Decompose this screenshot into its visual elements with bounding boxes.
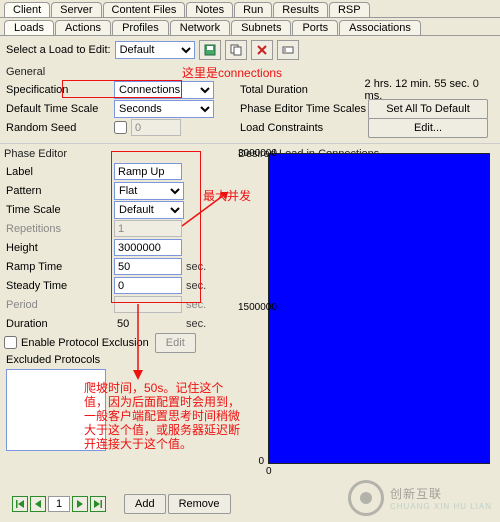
height-input[interactable]: [114, 239, 182, 256]
enable-protocol-exclusion-label: Enable Protocol Exclusion: [21, 337, 149, 349]
tab-rsp[interactable]: RSP: [329, 2, 370, 17]
save-icon[interactable]: [199, 40, 221, 60]
copy-icon[interactable]: [225, 40, 247, 60]
protocol-exclusion-edit-button[interactable]: Edit: [155, 333, 196, 353]
add-button[interactable]: Add: [124, 494, 166, 514]
y-tick-1500000: 1500000: [238, 302, 264, 313]
watermark-logo: 创新互联 CHUANG XIN HU LIAN: [348, 480, 492, 516]
period-input: [114, 296, 182, 313]
steady-time-label: Steady Time: [4, 280, 114, 292]
tab-actions[interactable]: Actions: [55, 20, 111, 35]
repetitions-input: [114, 220, 182, 237]
tab-content-files[interactable]: Content Files: [103, 2, 186, 17]
steady-time-unit: sec.: [186, 280, 206, 292]
y-tick-3000000: 3000000: [238, 148, 264, 159]
delete-icon[interactable]: [251, 40, 273, 60]
y-tick-0: 0: [238, 456, 264, 467]
tab-subnets[interactable]: Subnets: [231, 20, 291, 35]
tab-ports[interactable]: Ports: [292, 20, 338, 35]
height-label: Height: [4, 242, 114, 254]
time-scale-select[interactable]: Default: [114, 201, 184, 219]
duration-label: Duration: [4, 318, 114, 330]
pager-prev-button[interactable]: [30, 496, 46, 512]
random-seed-input[interactable]: [131, 119, 181, 136]
chart-plot-area: [268, 153, 490, 464]
remove-button[interactable]: Remove: [168, 494, 231, 514]
pager-last-button[interactable]: [90, 496, 106, 512]
tab-results[interactable]: Results: [273, 2, 328, 17]
total-duration-label: Total Duration: [238, 84, 365, 96]
tab-server[interactable]: Server: [51, 2, 101, 17]
tab-associations[interactable]: Associations: [339, 20, 421, 35]
tab-profiles[interactable]: Profiles: [112, 20, 169, 35]
tab-client[interactable]: Client: [4, 2, 50, 17]
specification-select[interactable]: Connections: [114, 81, 214, 99]
period-unit: sec.: [186, 299, 206, 311]
tab-notes[interactable]: Notes: [186, 2, 233, 17]
label-input[interactable]: [114, 163, 182, 180]
time-scale-label: Time Scale: [4, 204, 114, 216]
ramp-time-unit: sec.: [186, 261, 206, 273]
steady-time-input[interactable]: [114, 277, 182, 294]
sub-tab-bar: Loads Actions Profiles Network Subnets P…: [0, 18, 500, 36]
enable-protocol-exclusion-checkbox[interactable]: [4, 336, 17, 349]
desired-load-chart: 3000000 1500000 0 0: [238, 148, 494, 478]
select-load-label: Select a Load to Edit:: [6, 44, 111, 56]
repetitions-label: Repetitions: [4, 223, 114, 235]
load-constraints-label: Load Constraints: [238, 122, 368, 134]
ramp-time-label: Ramp Time: [4, 261, 114, 273]
excluded-protocols-label: Excluded Protocols: [4, 352, 234, 366]
duration-unit: sec.: [186, 318, 206, 330]
tab-loads[interactable]: Loads: [4, 20, 54, 35]
excluded-protocols-list[interactable]: [6, 369, 106, 451]
label-label: Label: [4, 166, 114, 178]
logo-sub: CHUANG XIN HU LIAN: [390, 502, 492, 511]
logo-icon: [348, 480, 384, 516]
load-constraints-edit-button[interactable]: Edit...: [368, 118, 488, 138]
random-seed-checkbox[interactable]: [114, 121, 127, 134]
duration-value: 50: [114, 318, 182, 330]
pager-page-input[interactable]: [48, 496, 70, 512]
period-label: Period: [4, 299, 114, 311]
random-seed-label: Random Seed: [4, 122, 114, 134]
phase-editor-time-scales-label: Phase Editor Time Scales: [238, 103, 368, 115]
ramp-time-input[interactable]: [114, 258, 182, 275]
x-tick-0: 0: [266, 466, 276, 477]
total-duration-value: 2 hrs. 12 min. 55 sec. 0 ms.: [365, 78, 496, 102]
set-all-default-button[interactable]: Set All To Default: [368, 99, 488, 119]
pager-first-button[interactable]: [12, 496, 28, 512]
tab-network[interactable]: Network: [170, 20, 230, 35]
tab-run[interactable]: Run: [234, 2, 272, 17]
default-time-scale-label: Default Time Scale: [4, 103, 114, 115]
pattern-select[interactable]: Flat: [114, 182, 184, 200]
pattern-label: Pattern: [4, 185, 114, 197]
default-time-scale-select[interactable]: Seconds: [114, 100, 214, 118]
specification-label: Specification: [4, 84, 114, 96]
load-select[interactable]: Default: [115, 41, 195, 59]
load-toolbar: Select a Load to Edit: Default: [0, 36, 500, 64]
phase-pager: Add Remove: [12, 494, 231, 514]
logo-brand: 创新互联: [390, 485, 492, 502]
pager-next-button[interactable]: [72, 496, 88, 512]
rename-icon[interactable]: [277, 40, 299, 60]
top-tab-bar: Client Server Content Files Notes Run Re…: [0, 0, 500, 18]
phase-editor-heading: Phase Editor: [4, 146, 234, 162]
